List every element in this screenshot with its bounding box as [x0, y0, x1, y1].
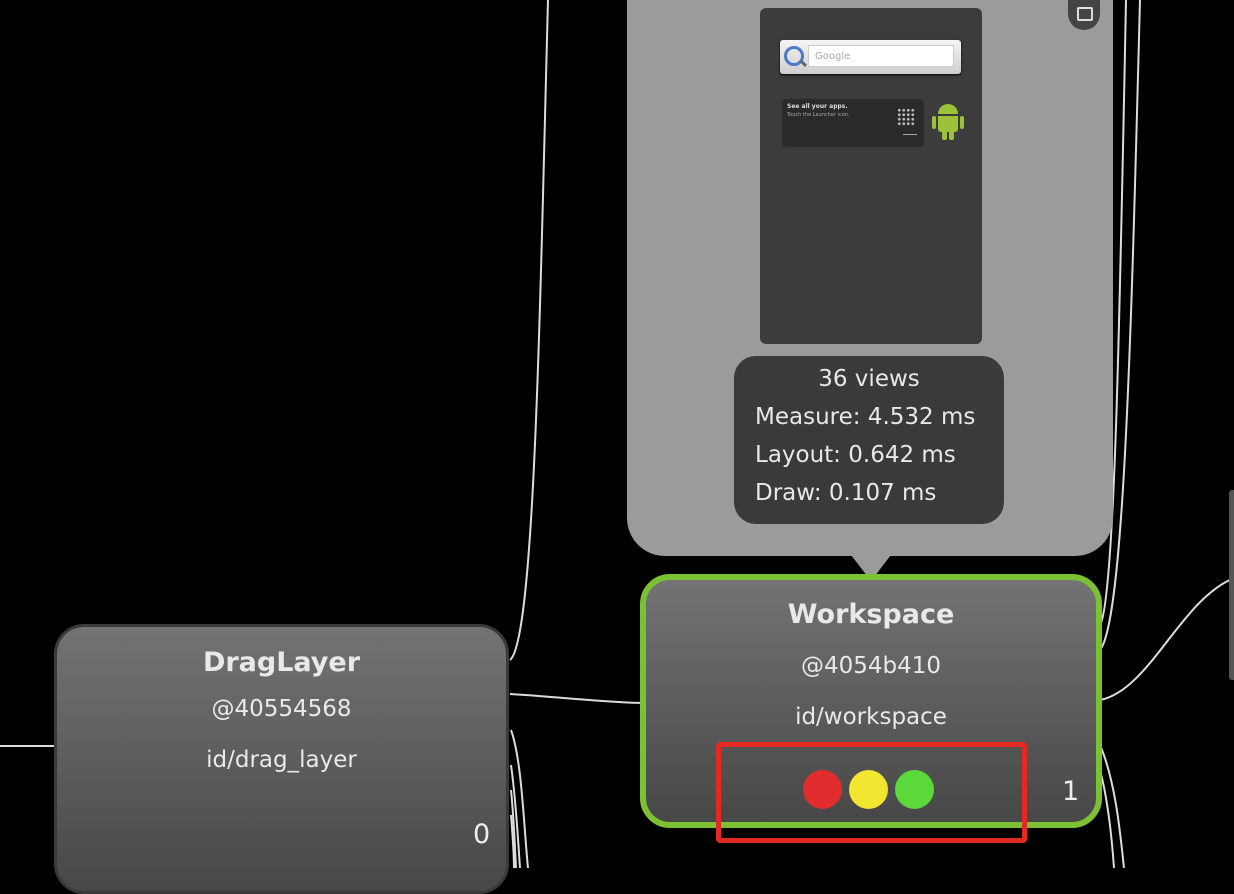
view-count: 36 views — [818, 366, 920, 392]
offscreen-node-edge[interactable] — [1229, 490, 1234, 680]
preview-hint-subtitle: Touch the Launcher icon. — [787, 112, 850, 118]
measure-time: Measure: 4.532 ms — [755, 404, 976, 430]
node-title: DragLayer — [202, 647, 361, 678]
draw-time: Draw: 0.107 ms — [755, 480, 937, 506]
preview-hint-title: See all your apps. — [787, 103, 848, 110]
indicator-highlight-box — [716, 742, 1027, 843]
preview-search-field: Google — [808, 45, 954, 67]
search-icon — [784, 46, 804, 66]
preview-search-bar: Google — [780, 40, 961, 74]
node-resource-id: id/workspace — [795, 704, 947, 730]
tree-node-draglayer[interactable]: DragLayer @40554568 id/drag_layer 0 — [54, 624, 509, 894]
layout-time: Layout: 0.642 ms — [755, 442, 956, 468]
node-hash: @4054b410 — [800, 653, 942, 679]
performance-stats: 36 views Measure: 4.532 ms Layout: 0.642… — [734, 356, 1004, 524]
node-hash: @40554568 — [211, 696, 352, 722]
android-robot-icon — [932, 104, 964, 144]
node-title: Workspace — [787, 599, 955, 630]
node-index: 0 — [473, 819, 491, 850]
node-resource-id: id/drag_layer — [206, 747, 357, 773]
node-index: 1 — [1062, 776, 1080, 807]
apps-grid-icon — [897, 108, 915, 126]
arrow-icon — [903, 134, 917, 135]
preview-hint-card: See all your apps. Touch the Launcher ic… — [783, 100, 923, 146]
